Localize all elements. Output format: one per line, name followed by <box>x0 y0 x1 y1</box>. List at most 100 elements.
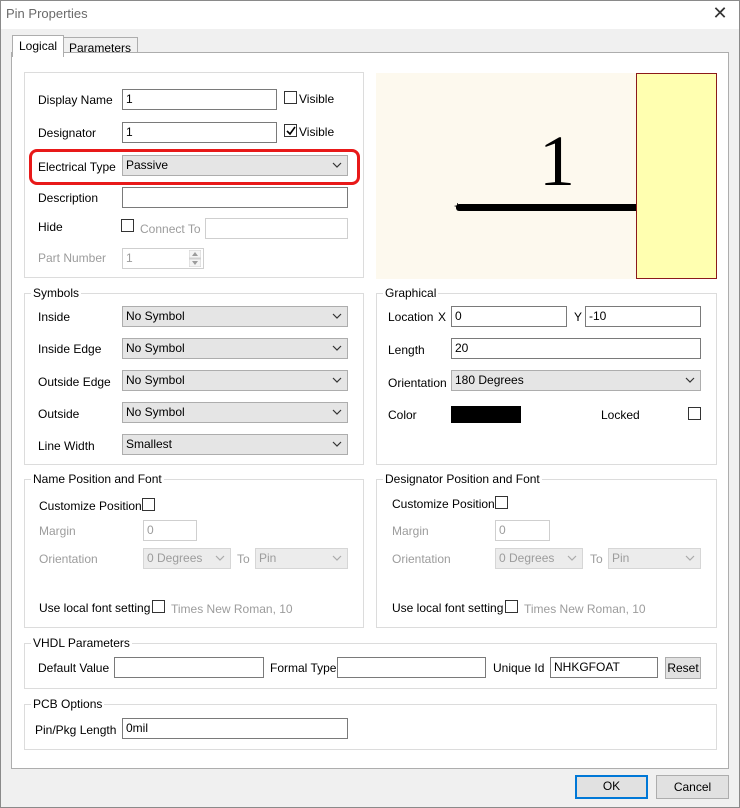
length-label: Length <box>388 343 425 357</box>
vhdl-title: VHDL Parameters <box>31 636 132 650</box>
description-input[interactable] <box>122 187 348 208</box>
color-label: Color <box>388 408 417 422</box>
location-label: Location <box>388 310 434 324</box>
name-font-checkbox[interactable] <box>152 600 165 613</box>
preview-pin-hotspot: + <box>454 199 462 213</box>
orientation-select[interactable]: 180 Degrees <box>451 370 701 391</box>
hide-checkbox[interactable] <box>121 219 134 232</box>
name-orientation-select[interactable]: 0 Degrees <box>143 548 231 569</box>
window-title: Pin Properties <box>6 6 88 21</box>
ok-button[interactable]: OK <box>575 775 648 799</box>
designator-position-title: Designator Position and Font <box>383 472 542 486</box>
default-value-label: Default Value <box>38 661 110 675</box>
inside-label: Inside <box>38 310 71 324</box>
chevron-down-icon <box>685 377 695 383</box>
preview-pin-line <box>456 204 640 211</box>
designator-orientation-label: Orientation <box>392 552 451 566</box>
name-customize-label: Customize Position <box>39 499 142 513</box>
outside-edge-value: No Symbol <box>126 373 185 387</box>
outside-label: Outside <box>38 407 80 421</box>
color-swatch[interactable] <box>451 406 521 423</box>
locked-label: Locked <box>601 408 640 422</box>
chevron-down-icon <box>567 555 577 561</box>
electrical-type-highlight <box>29 149 360 185</box>
designator-to-label: To <box>590 552 603 566</box>
inside-edge-select[interactable]: No Symbol <box>122 338 348 359</box>
outside-edge-select[interactable]: No Symbol <box>122 370 348 391</box>
reset-button[interactable]: Reset <box>665 657 701 679</box>
pcb-options-title: PCB Options <box>31 697 105 711</box>
pin-pkg-length-input[interactable]: 0mil <box>122 718 348 739</box>
designator-to-select[interactable]: Pin <box>608 548 701 569</box>
location-x-label: X <box>438 310 447 324</box>
tab-logical[interactable]: Logical <box>12 35 65 57</box>
chevron-down-icon <box>332 313 342 319</box>
display-name-input[interactable]: 1 <box>122 89 277 110</box>
chevron-down-icon <box>685 555 695 561</box>
preview-pin-label: 1 <box>539 121 575 201</box>
close-icon[interactable]: ✕ <box>709 3 731 24</box>
designator-customize-checkbox[interactable] <box>495 496 508 509</box>
designator-margin-input[interactable]: 0 <box>495 520 550 541</box>
graphical-title: Graphical <box>383 286 439 300</box>
spinner-arrows-icon <box>189 250 201 267</box>
designator-orientation-value: 0 Degrees <box>499 551 555 565</box>
line-width-value: Smallest <box>126 437 173 451</box>
chevron-down-icon <box>332 409 342 415</box>
location-y-input[interactable]: -10 <box>585 306 701 327</box>
description-label: Description <box>38 191 99 205</box>
line-width-select[interactable]: Smallest <box>122 434 348 455</box>
orientation-value: 180 Degrees <box>455 373 524 387</box>
pin-preview: 1 + <box>376 73 717 279</box>
name-orientation-value: 0 Degrees <box>147 551 203 565</box>
outside-edge-label: Outside Edge <box>38 375 111 389</box>
outside-select[interactable]: No Symbol <box>122 402 348 423</box>
designator-orientation-select[interactable]: 0 Degrees <box>495 548 583 569</box>
pin-properties-dialog: Pin Properties ✕ Logical Parameters Disp… <box>0 0 740 808</box>
name-margin-input[interactable]: 0 <box>143 520 197 541</box>
pin-pkg-length-label: Pin/Pkg Length <box>35 723 117 737</box>
name-font-value: Times New Roman, 10 <box>171 602 293 616</box>
line-width-label: Line Width <box>38 439 95 453</box>
name-font-label: Use local font setting <box>39 601 151 615</box>
part-number-label: Part Number <box>38 251 107 265</box>
name-customize-checkbox[interactable] <box>142 498 155 511</box>
chevron-down-icon <box>215 555 225 561</box>
formal-type-input[interactable] <box>337 657 486 678</box>
default-value-input[interactable] <box>114 657 264 678</box>
display-name-label: Display Name <box>38 93 113 107</box>
check-icon <box>286 126 296 136</box>
designator-to-value: Pin <box>612 551 630 565</box>
orientation-label: Orientation <box>388 376 447 390</box>
outside-value: No Symbol <box>126 405 185 419</box>
location-x-input[interactable]: 0 <box>451 306 567 327</box>
name-position-title: Name Position and Font <box>31 472 164 486</box>
inside-edge-value: No Symbol <box>126 341 185 355</box>
inside-select[interactable]: No Symbol <box>122 306 348 327</box>
part-number-spinner[interactable]: 1 <box>122 248 204 269</box>
designator-font-checkbox[interactable] <box>505 600 518 613</box>
connect-to-input[interactable] <box>205 218 348 239</box>
designator-visible-checkbox[interactable] <box>284 124 297 137</box>
chevron-down-icon <box>332 377 342 383</box>
locked-checkbox[interactable] <box>688 407 701 420</box>
designator-input[interactable]: 1 <box>122 122 277 143</box>
designator-visible-label: Visible <box>299 125 335 139</box>
symbols-title: Symbols <box>31 286 82 300</box>
designator-label: Designator <box>38 126 97 140</box>
name-to-select[interactable]: Pin <box>255 548 348 569</box>
name-to-label: To <box>237 552 250 566</box>
name-orientation-label: Orientation <box>39 552 98 566</box>
length-input[interactable]: 20 <box>451 338 701 359</box>
designator-font-value: Times New Roman, 10 <box>524 602 646 616</box>
unique-id-input[interactable]: NHKGFOAT <box>550 657 658 678</box>
inside-value: No Symbol <box>126 309 185 323</box>
connect-to-label: Connect To <box>140 222 201 236</box>
chevron-down-icon <box>332 441 342 447</box>
chevron-down-icon <box>332 345 342 351</box>
title-bar: Pin Properties ✕ <box>1 1 739 29</box>
cancel-button[interactable]: Cancel <box>656 775 729 799</box>
chevron-down-icon <box>332 555 342 561</box>
part-number-value: 1 <box>126 251 133 265</box>
display-name-visible-checkbox[interactable] <box>284 91 297 104</box>
